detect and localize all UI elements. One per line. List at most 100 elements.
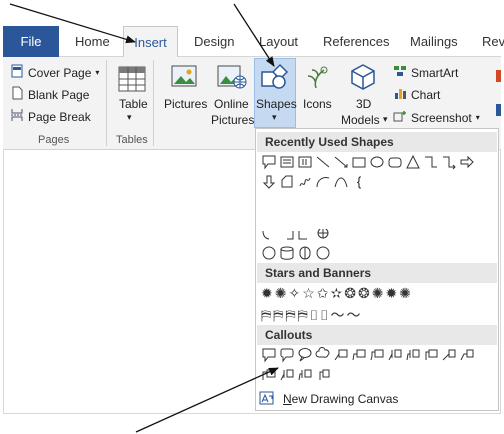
line-shape-icon[interactable] [315, 154, 331, 170]
wave-shape-icon[interactable]: 〜 [347, 307, 363, 323]
arc-shape-icon[interactable] [315, 174, 331, 190]
shapes-button[interactable]: Shapes [256, 97, 297, 111]
scroll-shape-icon[interactable]: ⌷ [310, 307, 320, 323]
online-pictures-label[interactable]: Online [214, 97, 249, 111]
pictures-button[interactable]: Pictures [164, 97, 207, 111]
curve-shape-icon[interactable] [333, 174, 349, 190]
accent-border-callout-shape-icon[interactable] [297, 367, 313, 383]
right-arrow-shape-icon[interactable] [459, 154, 475, 170]
tab-design[interactable]: Design [194, 26, 234, 56]
accent-callout-shape-icon[interactable] [387, 347, 403, 363]
partial-shape-icon[interactable] [315, 229, 331, 245]
banner-shape-icon[interactable]: ⛿ [261, 307, 273, 323]
can-shape-icon[interactable] [279, 245, 295, 261]
smartart-button[interactable]: SmartArt [393, 64, 458, 81]
line-callout-shape-icon[interactable] [369, 347, 385, 363]
scroll-shape-icon[interactable]: ⌷ [320, 307, 330, 323]
chevron-down-icon[interactable]: ▾ [383, 114, 388, 125]
line-callout-shape-icon[interactable] [333, 347, 349, 363]
chart-button[interactable]: Chart [393, 86, 440, 103]
shapes-row-3 [261, 245, 331, 261]
down-arrow-shape-icon[interactable] [261, 174, 277, 190]
tab-layout[interactable]: Layout [259, 26, 298, 56]
star-shape-icon[interactable]: ☆ [302, 285, 317, 301]
chevron-down-icon[interactable]: ▾ [127, 112, 132, 123]
scribble-shape-icon[interactable] [297, 174, 313, 190]
accent-border-callout-shape-icon[interactable] [315, 367, 331, 383]
banner-shape-icon[interactable]: ⛿ [273, 307, 285, 323]
cover-page-button[interactable]: Cover Page ▾ [10, 64, 99, 81]
partial-shape-icon[interactable] [297, 229, 313, 245]
page-break-icon [10, 108, 24, 125]
cloud-callout-shape-icon[interactable] [315, 347, 331, 363]
triangle-shape-icon[interactable] [405, 154, 421, 170]
arrow-line-shape-icon[interactable] [333, 154, 349, 170]
star-shape-icon[interactable]: ✧ [288, 285, 302, 301]
accent-border-callout-shape-icon[interactable] [279, 367, 295, 383]
oval-shape-icon[interactable] [369, 154, 385, 170]
icons-icon[interactable] [302, 62, 332, 97]
partial-shape-icon[interactable] [261, 229, 277, 245]
text-box-shape-icon[interactable] [279, 154, 295, 170]
new-drawing-canvas-item[interactable]: New Drawing Canvas [259, 389, 495, 409]
media-icon[interactable] [496, 104, 501, 116]
star-shape-icon[interactable]: ✺ [372, 285, 386, 301]
banner-shape-icon[interactable]: ⛿ [285, 307, 297, 323]
rounded-rect-shape-icon[interactable] [387, 154, 403, 170]
3d-models-icon[interactable] [348, 62, 378, 97]
partial-shape-icon[interactable] [279, 229, 295, 245]
vertical-text-box-shape-icon[interactable] [297, 154, 313, 170]
cylinder-shape-icon[interactable] [297, 245, 313, 261]
rect-callout-shape-icon[interactable] [261, 347, 277, 363]
elbow-arrow-connector-shape-icon[interactable] [441, 154, 457, 170]
rounded-callout-shape-icon[interactable] [279, 347, 295, 363]
tab-review[interactable]: Rev [482, 26, 504, 56]
3d-models-label[interactable]: 3D [356, 97, 371, 111]
line-callout-shape-icon[interactable] [351, 347, 367, 363]
star-shape-icon[interactable]: ❂ [358, 285, 372, 301]
oval-callout-shape-icon[interactable] [297, 347, 313, 363]
rectangle-shape-icon[interactable] [351, 154, 367, 170]
shapes-row-partial [261, 229, 331, 245]
accent-callout-shape-icon[interactable] [405, 347, 421, 363]
pictures-icon[interactable] [170, 62, 200, 97]
star-shape-icon[interactable]: ✺ [399, 285, 413, 301]
circle-shape-icon[interactable] [315, 245, 331, 261]
tab-references[interactable]: References [323, 26, 389, 56]
table-icon[interactable] [117, 64, 147, 99]
online-pictures-label-2[interactable]: Pictures [211, 113, 254, 127]
banner-shape-icon[interactable]: ⛿ [298, 307, 310, 323]
tab-file[interactable]: File [3, 26, 59, 57]
border-callout-shape-icon[interactable] [441, 347, 457, 363]
page-break-button[interactable]: Page Break [10, 108, 91, 125]
tab-mailings[interactable]: Mailings [410, 26, 458, 56]
star-shape-icon[interactable]: ✹ [261, 285, 275, 301]
screenshot-button[interactable]: Screenshot ▾ [393, 109, 480, 126]
border-callout-shape-icon[interactable] [261, 367, 277, 383]
star-shape-icon[interactable]: ❂ [344, 285, 358, 301]
3d-models-label-2[interactable]: Models [341, 113, 380, 127]
callout-rect-shape-icon[interactable] [261, 154, 277, 170]
border-callout-shape-icon[interactable] [423, 347, 439, 363]
blank-page-button[interactable]: Blank Page [10, 86, 89, 103]
star-shape-icon[interactable]: ✺ [275, 285, 289, 301]
addins-icon[interactable] [496, 70, 501, 82]
border-callout-shape-icon[interactable] [459, 347, 475, 363]
chevron-down-icon[interactable]: ▾ [272, 112, 277, 123]
icons-button[interactable]: Icons [303, 97, 332, 111]
brace-shape-icon[interactable]: { [351, 174, 367, 190]
freeform-shape-icon[interactable] [279, 174, 295, 190]
star-shape-icon[interactable]: ✩ [317, 285, 331, 301]
table-button[interactable]: Table [119, 97, 148, 111]
donut-shape-icon[interactable] [261, 245, 277, 261]
shapes-icon[interactable] [260, 62, 290, 97]
star-shape-icon[interactable]: ✫ [331, 285, 345, 301]
recent-shapes-row-1 [261, 154, 475, 170]
tab-insert[interactable]: Insert [123, 26, 178, 57]
online-pictures-icon[interactable] [216, 62, 248, 97]
tab-home[interactable]: Home [75, 26, 110, 56]
star-shape-icon[interactable]: ✹ [385, 285, 399, 301]
wave-shape-icon[interactable]: 〜 [331, 307, 347, 323]
elbow-connector-shape-icon[interactable] [423, 154, 439, 170]
tables-group-label: Tables [116, 134, 148, 146]
